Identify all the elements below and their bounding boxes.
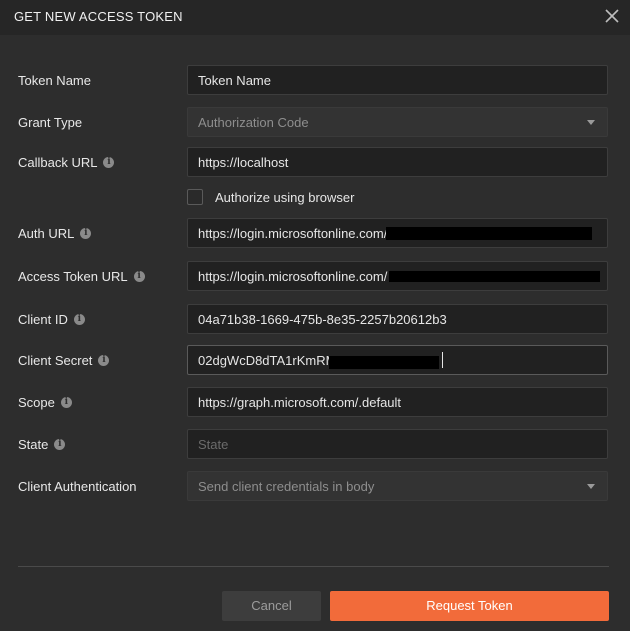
access-token-url-label-text: Access Token URL bbox=[18, 269, 128, 284]
client-secret-row: Client Secret i 02dgWcD8dTA1rKmRM bbox=[0, 345, 630, 377]
auth-url-label: Auth URL i bbox=[18, 226, 92, 241]
state-field[interactable] bbox=[187, 429, 608, 459]
client-secret-field[interactable]: 02dgWcD8dTA1rKmRM bbox=[187, 345, 608, 375]
info-icon[interactable]: i bbox=[73, 314, 85, 325]
client-auth-label: Client Authentication bbox=[18, 479, 137, 494]
client-auth-select[interactable]: Send client credentials in body bbox=[187, 471, 608, 501]
info-icon[interactable]: i bbox=[103, 157, 115, 168]
client-secret-label: Client Secret i bbox=[18, 353, 110, 368]
access-token-url-value: https://login.microsoftonline.com/ bbox=[198, 269, 388, 284]
grant-type-value: Authorization Code bbox=[198, 115, 309, 130]
redaction-bar bbox=[329, 356, 439, 369]
client-secret-label-text: Client Secret bbox=[18, 353, 93, 368]
get-new-access-token-dialog: GET NEW ACCESS TOKEN Token Name Grant Ty… bbox=[0, 0, 630, 631]
auth-url-field[interactable]: https://login.microsoftonline.com/ bbox=[187, 218, 608, 248]
state-label: State i bbox=[18, 437, 66, 452]
grant-type-label: Grant Type bbox=[18, 115, 82, 130]
close-icon[interactable] bbox=[602, 6, 622, 26]
footer-divider bbox=[18, 566, 609, 567]
info-icon[interactable]: i bbox=[98, 355, 110, 366]
access-token-url-row: Access Token URL i https://login.microso… bbox=[0, 261, 630, 293]
grant-type-label-text: Grant Type bbox=[18, 115, 83, 130]
token-name-input[interactable] bbox=[188, 66, 607, 94]
client-id-field[interactable] bbox=[187, 304, 608, 334]
callback-url-label-text: Callback URL bbox=[18, 155, 98, 170]
state-label-text: State bbox=[18, 437, 49, 452]
grant-type-row: Grant Type Authorization Code bbox=[0, 107, 630, 139]
client-auth-value: Send client credentials in body bbox=[198, 479, 375, 494]
info-icon[interactable]: i bbox=[133, 271, 145, 282]
token-name-field[interactable] bbox=[187, 65, 608, 95]
client-id-input[interactable] bbox=[188, 305, 607, 333]
chevron-down-icon[interactable] bbox=[587, 120, 595, 125]
callback-url-row: Callback URL i bbox=[0, 147, 630, 179]
token-name-row: Token Name bbox=[0, 65, 630, 97]
client-id-label: Client ID i bbox=[18, 312, 85, 327]
grant-type-select[interactable]: Authorization Code bbox=[187, 107, 608, 137]
authorize-browser-checkbox[interactable] bbox=[187, 189, 203, 205]
auth-url-label-text: Auth URL bbox=[18, 226, 75, 241]
client-secret-value: 02dgWcD8dTA1rKmRM bbox=[198, 353, 337, 368]
authorize-browser-label: Authorize using browser bbox=[215, 190, 355, 205]
info-icon[interactable]: i bbox=[54, 439, 66, 450]
client-auth-row: Client Authentication Send client creden… bbox=[0, 471, 630, 503]
client-id-row: Client ID i bbox=[0, 304, 630, 336]
cancel-button[interactable]: Cancel bbox=[222, 591, 321, 621]
text-cursor bbox=[442, 352, 443, 368]
state-row: State i bbox=[0, 429, 630, 461]
info-icon[interactable]: i bbox=[80, 228, 92, 239]
scope-label-text: Scope bbox=[18, 395, 55, 410]
access-token-url-label: Access Token URL i bbox=[18, 269, 145, 284]
client-auth-label-text: Client Authentication bbox=[18, 479, 137, 494]
redaction-bar bbox=[386, 227, 592, 240]
dialog-titlebar: GET NEW ACCESS TOKEN bbox=[0, 0, 630, 35]
scope-label: Scope i bbox=[18, 395, 72, 410]
client-id-label-text: Client ID bbox=[18, 312, 68, 327]
scope-field[interactable] bbox=[187, 387, 608, 417]
info-icon[interactable]: i bbox=[60, 397, 72, 408]
callback-url-field[interactable] bbox=[187, 147, 608, 177]
token-name-label-text: Token Name bbox=[18, 73, 91, 88]
auth-url-value: https://login.microsoftonline.com/ bbox=[198, 226, 388, 241]
callback-url-label: Callback URL i bbox=[18, 155, 115, 170]
callback-url-input[interactable] bbox=[188, 148, 607, 176]
scope-row: Scope i bbox=[0, 387, 630, 419]
dialog-title: GET NEW ACCESS TOKEN bbox=[14, 9, 183, 24]
state-input[interactable] bbox=[188, 430, 607, 458]
authorize-browser-row: Authorize using browser bbox=[187, 188, 487, 208]
request-token-button[interactable]: Request Token bbox=[330, 591, 609, 621]
chevron-down-icon[interactable] bbox=[587, 484, 595, 489]
scope-input[interactable] bbox=[188, 388, 607, 416]
token-name-label: Token Name bbox=[18, 73, 91, 88]
auth-url-row: Auth URL i https://login.microsoftonline… bbox=[0, 218, 630, 250]
redaction-bar bbox=[389, 271, 600, 282]
access-token-url-field[interactable]: https://login.microsoftonline.com/ bbox=[187, 261, 608, 291]
